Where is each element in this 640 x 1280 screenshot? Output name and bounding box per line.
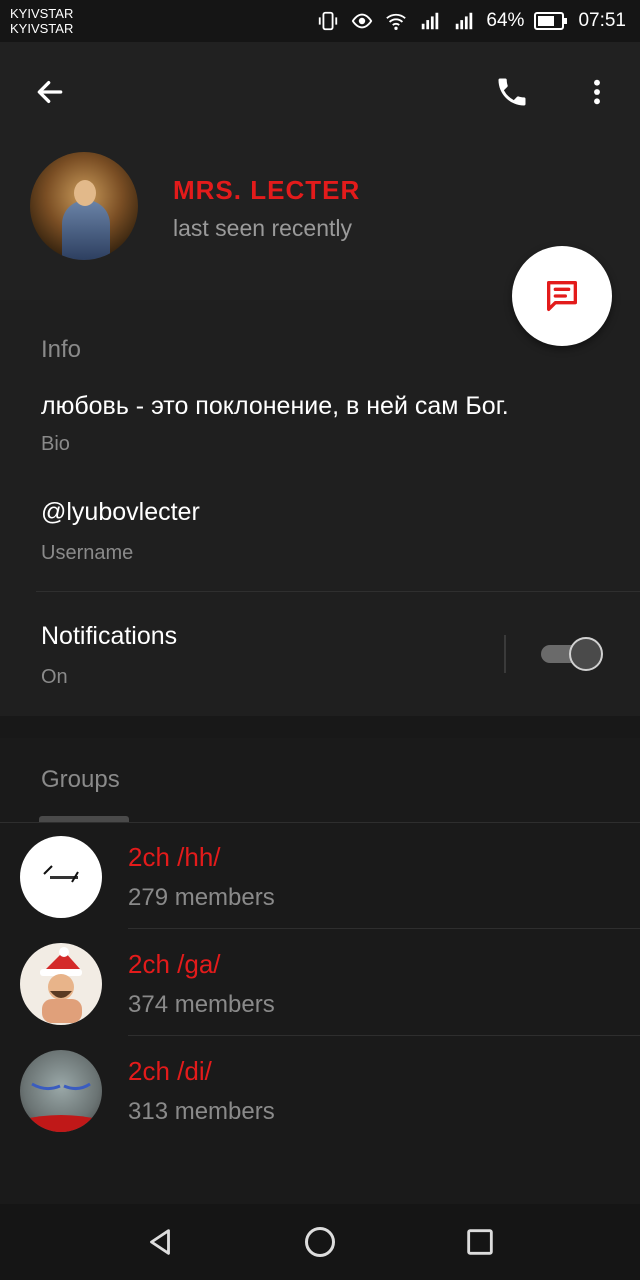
signal-icon-1 [422,12,439,30]
battery-icon [534,12,568,30]
call-button[interactable] [488,68,536,116]
divider [128,928,640,929]
tab-groups[interactable]: Groups [41,766,120,794]
group-name: 2ch /di/ [128,1056,212,1086]
notifications-label[interactable]: Notifications [41,622,177,651]
group-avatar [20,943,102,1025]
divider [36,591,640,592]
divider [128,1035,640,1036]
square-recents-icon [467,1229,493,1255]
carrier-1: KYIVSTAR [10,6,74,21]
group-item[interactable]: 2ch /hh/ 279 members [0,823,640,929]
carrier-label: KYIVSTAR KYIVSTAR [10,6,73,36]
more-options-button[interactable] [573,68,621,116]
eye-icon [352,13,373,29]
back-button[interactable] [26,68,74,116]
wifi-icon [386,13,407,30]
circle-home-icon [305,1227,335,1257]
arrow-left-icon [37,81,63,103]
groups-section: Groups 2ch /hh/ 279 members 2ch /ga/ 374… [0,738,640,1204]
profile-avatar[interactable] [30,152,138,260]
section-gap [0,716,640,738]
send-message-button[interactable] [512,246,612,346]
nav-home-button[interactable] [296,1218,344,1266]
group-members: 374 members [128,991,275,1018]
group-members: 279 members [128,884,275,911]
username-label: Username [41,542,134,564]
notifications-toggle[interactable] [541,637,603,671]
group-members: 313 members [128,1098,275,1125]
notifications-state: On [41,666,68,688]
divider-vertical [504,635,506,673]
group-avatar [20,836,102,918]
info-title: Info [41,336,82,363]
group-item[interactable]: 2ch /di/ 313 members [0,1037,640,1143]
clock: 07:51 [578,10,626,31]
nav-back-button[interactable] [136,1218,184,1266]
message-icon [547,281,577,311]
signal-icon-2 [456,12,473,30]
info-section: Info любовь - это поклонение, в ней сам … [0,300,640,716]
last-seen-status: last seen recently [173,215,352,241]
battery-percent: 64% [486,10,525,31]
status-bar: KYIVSTAR KYIVSTAR 64% 07:51 [0,0,640,42]
group-item[interactable]: 2ch /ga/ 374 members [0,930,640,1036]
navigation-bar [0,1204,640,1280]
bio-label: Bio [41,433,70,455]
profile-name: MRS. LECTER [173,175,361,205]
phone-icon [498,78,526,106]
nav-recents-button[interactable] [456,1218,504,1266]
username-value[interactable]: @lyubovlecter [41,498,200,527]
bio-value[interactable]: любовь - это поклонение, в ней сам Бог. [41,392,509,421]
group-avatar [20,1050,102,1132]
group-name: 2ch /ga/ [128,949,221,979]
more-vertical-icon [594,79,600,105]
group-name: 2ch /hh/ [128,842,221,872]
vibrate-icon [319,11,338,31]
triangle-back-icon [150,1229,170,1255]
carrier-2: KYIVSTAR [10,21,74,36]
